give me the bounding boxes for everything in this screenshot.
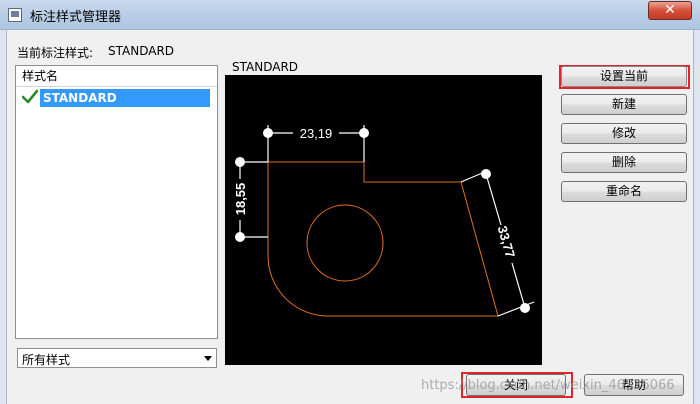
current-style-label: 当前标注样式: [17, 46, 94, 60]
app-icon [8, 8, 22, 22]
title-bar: 标注样式管理器 ✕ [0, 0, 700, 30]
set-current-button[interactable]: 设置当前 [561, 66, 687, 87]
aligned-dimension [460, 169, 535, 317]
style-filter-value: 所有样式 [22, 353, 71, 367]
list-item[interactable]: STANDARD [16, 88, 217, 108]
preview-label: STANDARD [232, 60, 299, 74]
vertical-dimension-text: 18,55 [233, 183, 248, 216]
watermark-text: https://blog.csdn.net/weixin_46336066 [421, 378, 675, 393]
preview-circle [306, 204, 384, 282]
modify-style-button[interactable]: 修改 [561, 123, 687, 144]
close-window-button[interactable]: ✕ [648, 1, 692, 20]
style-item-standard[interactable]: STANDARD [40, 89, 210, 107]
rename-style-button[interactable]: 重命名 [561, 181, 687, 202]
style-filter-dropdown[interactable]: 所有样式 [17, 348, 217, 368]
window-title: 标注样式管理器 [30, 10, 122, 25]
style-list[interactable]: 样式名 STANDARD [15, 65, 218, 339]
horizontal-dimension-text: 23,19 [300, 126, 333, 141]
delete-style-button[interactable]: 删除 [561, 152, 687, 173]
dialog-body: 当前标注样式: STANDARD 样式名 STANDARD STANDARD 2… [6, 30, 694, 404]
style-list-header: 样式名 [16, 66, 217, 87]
chevron-down-icon [204, 356, 212, 361]
aligned-dimension-text: 33,77 [495, 224, 518, 259]
preview-panel: 23,19 18,55 33,77 [225, 75, 542, 365]
preview-drawing: 23,19 18,55 33,77 [233, 125, 535, 317]
current-style-value: STANDARD [108, 44, 175, 58]
checkmark-icon [22, 89, 38, 104]
new-style-button[interactable]: 新建 [561, 94, 687, 115]
